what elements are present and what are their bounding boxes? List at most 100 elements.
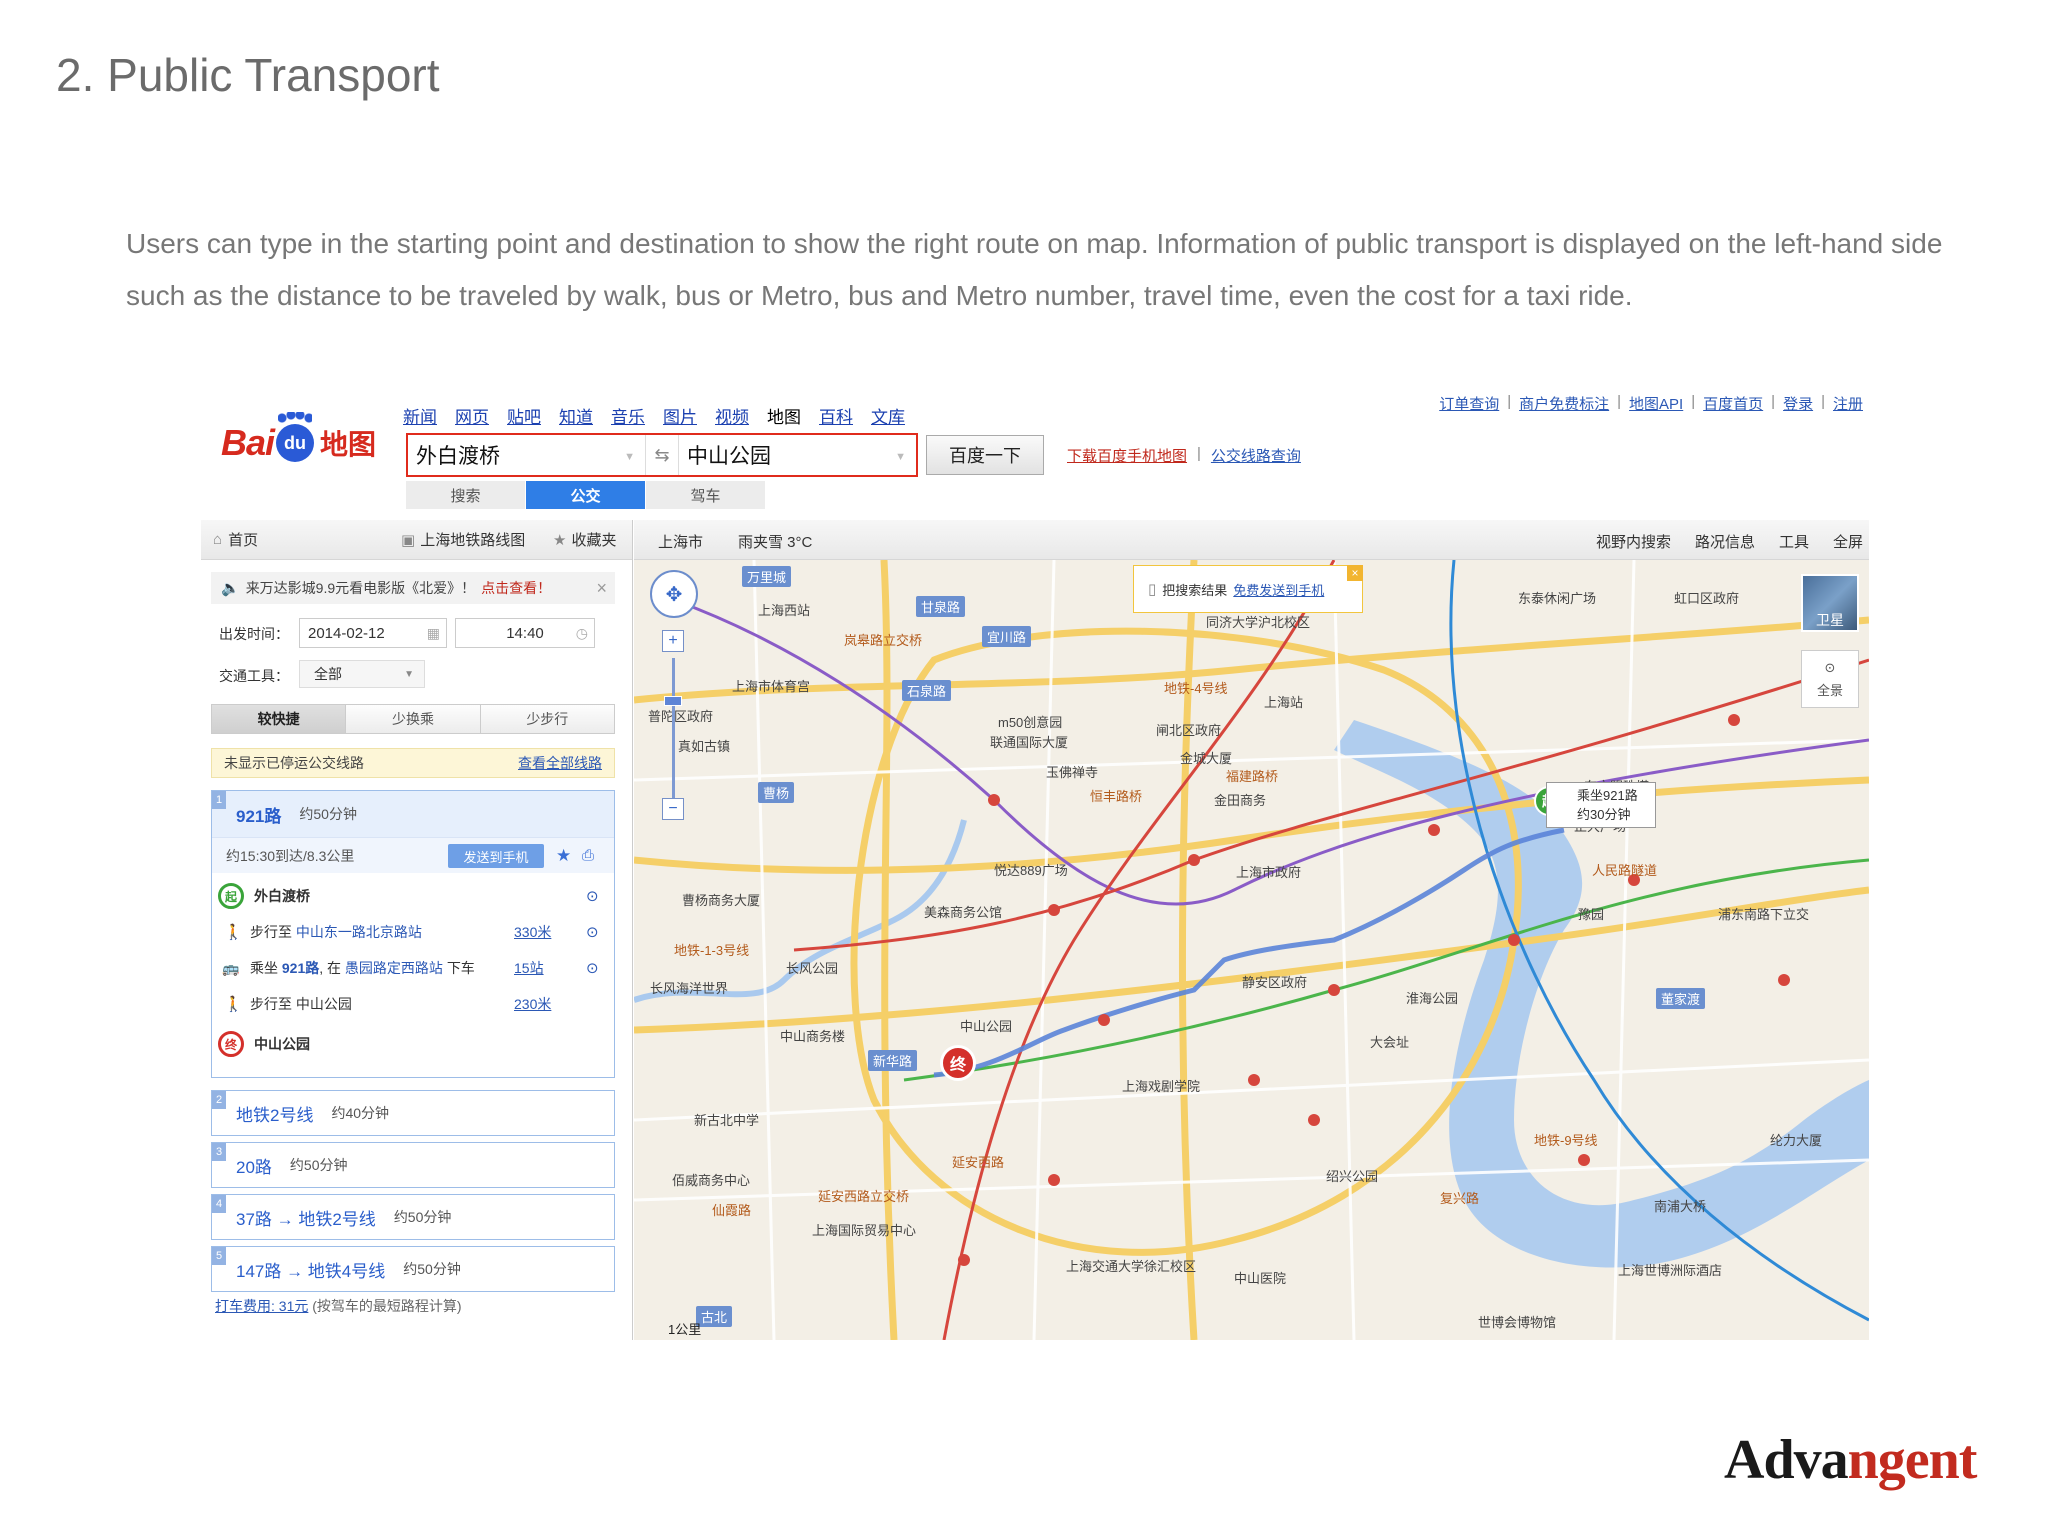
- map-label[interactable]: 新华路: [868, 1050, 918, 1071]
- nav-item-video[interactable]: 视频: [715, 403, 749, 428]
- nav-item-zhidao[interactable]: 知道: [559, 403, 593, 428]
- swap-icon[interactable]: ⇆: [645, 435, 679, 475]
- map-label[interactable]: 古北: [696, 1306, 733, 1327]
- clock-icon[interactable]: ◷: [576, 625, 588, 642]
- map-label[interactable]: 地铁-4号线: [1164, 678, 1228, 697]
- map-label[interactable]: m50创意园: [998, 712, 1062, 731]
- nav-item-web[interactable]: 网页: [455, 403, 489, 428]
- baidu-home-link[interactable]: 百度首页: [1703, 393, 1763, 414]
- map-label[interactable]: 中山商务楼: [780, 1026, 845, 1045]
- map-label[interactable]: 上海戏剧学院: [1122, 1076, 1200, 1095]
- merchant-mark-link[interactable]: 商户免费标注: [1519, 393, 1609, 414]
- map-label[interactable]: 人民路隧道: [1592, 860, 1657, 879]
- tab-search[interactable]: 搜索: [406, 481, 526, 509]
- route-option-1[interactable]: 1 921路 约50分钟 约15:30到达/8.3公里 发送到手机 ★ ⎙ 起 …: [211, 790, 615, 1078]
- map-label[interactable]: 悦达889广场: [994, 860, 1068, 879]
- map-label[interactable]: 曹杨商务大厦: [682, 890, 760, 909]
- map-label[interactable]: 同济大学沪北校区: [1206, 612, 1310, 631]
- map-label[interactable]: 淮海公园: [1406, 988, 1458, 1007]
- date-field[interactable]: 2014-02-12 ▦: [299, 618, 447, 648]
- route-end-marker[interactable]: 终: [940, 1045, 976, 1081]
- map-label[interactable]: 金田商务: [1214, 790, 1266, 809]
- show-all-lines-link[interactable]: 查看全部线路: [518, 753, 602, 773]
- search-in-view-tool[interactable]: 视野内搜索: [1596, 531, 1671, 552]
- walk-distance-link[interactable]: 330米: [514, 922, 551, 942]
- map-label[interactable]: 仙霞路: [712, 1200, 751, 1219]
- map-label[interactable]: 绍兴公园: [1326, 1166, 1378, 1185]
- city-selector[interactable]: 上海市: [658, 531, 703, 552]
- bus-line-query-link[interactable]: 公交线路查询: [1211, 445, 1301, 466]
- pref-fastest[interactable]: 较快捷: [212, 705, 347, 733]
- time-field[interactable]: 14:40 ◷: [455, 618, 595, 648]
- map-label[interactable]: 复兴路: [1440, 1188, 1479, 1207]
- walk-distance-link[interactable]: 230米: [514, 994, 551, 1014]
- map-label[interactable]: 虹口区政府: [1674, 588, 1739, 607]
- map-label[interactable]: 普陀区政府: [648, 706, 713, 725]
- map-label[interactable]: 上海西站: [758, 600, 810, 619]
- map-label[interactable]: 闸北区政府: [1156, 720, 1221, 739]
- map-label[interactable]: 地铁-9号线: [1534, 1130, 1598, 1149]
- map-label[interactable]: 上海站: [1264, 692, 1303, 711]
- pan-control-icon[interactable]: ✥: [650, 570, 698, 618]
- map-label[interactable]: 中山公园: [960, 1016, 1012, 1035]
- map-label[interactable]: 长风海洋世界: [650, 978, 728, 997]
- tools-menu[interactable]: 工具: [1779, 531, 1809, 552]
- pref-less-walking[interactable]: 少步行: [480, 705, 614, 733]
- route-option-5[interactable]: 5 147路 → 地铁4号线 约50分钟: [211, 1246, 615, 1292]
- map-label[interactable]: 上海国际贸易中心: [812, 1220, 916, 1239]
- map-canvas[interactable]: 万里城 甘泉路 宜川路 石泉路 曹杨 新华路 董家渡 古北 上海西站 岚皋路立交…: [634, 560, 1869, 1340]
- map-label[interactable]: 延安西路立交桥: [818, 1186, 909, 1205]
- map-label[interactable]: 新古北中学: [694, 1110, 759, 1129]
- map-label[interactable]: 曹杨: [758, 782, 795, 803]
- map-label[interactable]: 静安区政府: [1242, 972, 1307, 991]
- satellite-toggle[interactable]: 卫星: [1801, 574, 1859, 632]
- map-label[interactable]: 岚皋路立交桥: [844, 630, 922, 649]
- map-label[interactable]: 玉佛禅寺: [1046, 762, 1098, 781]
- nav-item-map[interactable]: 地图: [767, 403, 801, 428]
- tab-transit[interactable]: 公交: [526, 481, 646, 509]
- zoom-slider-handle[interactable]: [664, 696, 682, 706]
- map-pin-icon[interactable]: ⊙: [586, 923, 599, 941]
- map-label[interactable]: 浦东南路下立交: [1718, 904, 1809, 923]
- route-option-header[interactable]: 1 921路 约50分钟: [212, 791, 614, 837]
- map-label[interactable]: 宜川路: [982, 626, 1032, 647]
- nav-item-images[interactable]: 图片: [663, 403, 697, 428]
- map-label[interactable]: 金城大厦: [1180, 748, 1232, 767]
- route-option-2[interactable]: 2 地铁2号线 约40分钟: [211, 1090, 615, 1136]
- destination-input[interactable]: 中山公园 ▼: [679, 435, 916, 475]
- nav-item-baike[interactable]: 百科: [819, 403, 853, 428]
- map-label[interactable]: 大会址: [1370, 1032, 1409, 1051]
- transport-select[interactable]: 全部 ▼: [299, 660, 425, 688]
- route-option-4[interactable]: 4 37路 → 地铁2号线 约50分钟: [211, 1194, 615, 1240]
- zoom-in-button[interactable]: +: [662, 630, 684, 652]
- order-query-link[interactable]: 订单查询: [1439, 393, 1499, 414]
- login-link[interactable]: 登录: [1783, 393, 1813, 414]
- nav-item-tieba[interactable]: 贴吧: [507, 403, 541, 428]
- favorite-star-icon[interactable]: ★: [556, 846, 571, 866]
- calendar-icon[interactable]: ▦: [427, 625, 440, 642]
- map-label[interactable]: 地铁-1-3号线: [674, 940, 749, 959]
- map-api-link[interactable]: 地图API: [1629, 393, 1683, 414]
- map-label[interactable]: 董家渡: [1656, 988, 1706, 1009]
- home-link[interactable]: ⌂ 首页: [213, 529, 258, 550]
- map-pin-icon[interactable]: ⊙: [586, 887, 599, 905]
- map-label[interactable]: 上海世博洲际酒店: [1618, 1260, 1722, 1279]
- map-label[interactable]: 万里城: [742, 566, 792, 587]
- send-to-phone-button[interactable]: 发送到手机: [448, 844, 544, 868]
- route-option-3[interactable]: 3 20路 约50分钟: [211, 1142, 615, 1188]
- map-label[interactable]: 长风公园: [786, 958, 838, 977]
- map-label[interactable]: 上海市政府: [1236, 862, 1301, 881]
- zoom-slider-track[interactable]: [672, 658, 675, 798]
- bus-info-bubble[interactable]: 乘坐921路 约30分钟: [1546, 782, 1656, 828]
- map-label[interactable]: 甘泉路: [916, 596, 966, 617]
- map-label[interactable]: 恒丰路桥: [1090, 786, 1142, 805]
- zoom-out-button[interactable]: −: [662, 798, 684, 820]
- stop-link[interactable]: 愚园路定西路站: [345, 958, 443, 978]
- notice-link[interactable]: 点击查看！: [481, 578, 551, 598]
- stop-link[interactable]: 中山东一路北京路站: [296, 922, 422, 942]
- tab-drive[interactable]: 驾车: [646, 481, 766, 509]
- map-label[interactable]: 真如古镇: [678, 736, 730, 755]
- nav-item-news[interactable]: 新闻: [403, 403, 437, 428]
- close-icon[interactable]: ×: [1347, 565, 1363, 581]
- map-label[interactable]: 豫园: [1578, 904, 1604, 923]
